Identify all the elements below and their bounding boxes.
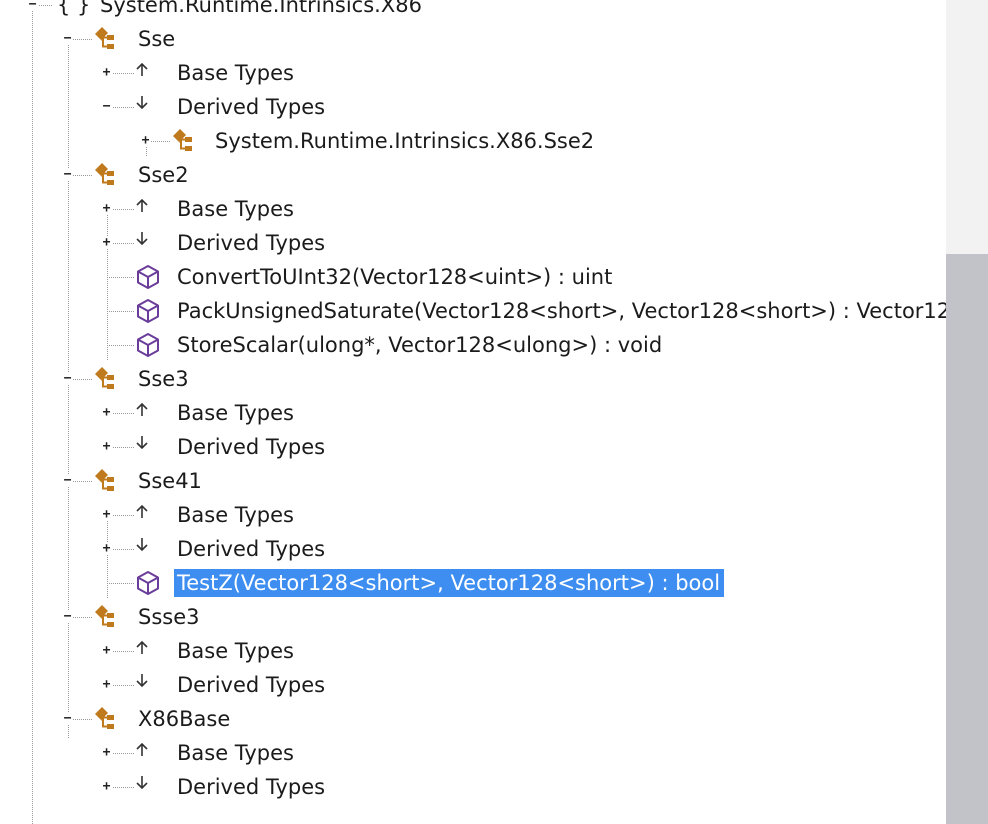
derived-types-icon (134, 773, 150, 794)
class-icon (92, 365, 122, 394)
expand-toggle[interactable]: + (101, 406, 112, 419)
derived-types-icon (134, 93, 150, 114)
method-icon (134, 331, 162, 360)
collapse-toggle[interactable]: − (62, 32, 73, 45)
method-label[interactable]: PackUnsignedSaturate(Vector128<short>, V… (174, 297, 946, 325)
collapse-toggle[interactable]: − (62, 372, 73, 385)
node-label[interactable]: Base Types (174, 195, 298, 223)
base-types-icon (134, 739, 150, 760)
class-label[interactable]: Sse3 (135, 365, 193, 393)
class-label[interactable]: Sse41 (135, 467, 206, 495)
derived-types-node[interactable]: + Derived Types (0, 532, 946, 566)
derived-types-node[interactable]: + Derived Types (0, 226, 946, 260)
node-label[interactable]: Derived Types (174, 433, 329, 461)
tree-view[interactable]: −{ } System.Runtime.Intrinsics.X86− Sse + … (0, 0, 946, 824)
method-icon (134, 569, 162, 598)
expand-toggle[interactable]: + (101, 236, 112, 249)
class-node-x86base[interactable]: − X86Base (0, 702, 946, 736)
derived-types-node[interactable]: + Derived Types (0, 770, 946, 804)
method-node[interactable]: ConvertToUInt32(Vector128<uint>) : uint (0, 260, 946, 294)
expand-toggle[interactable]: + (101, 66, 112, 79)
expand-toggle[interactable]: + (101, 508, 112, 521)
base-types-node[interactable]: + Base Types (0, 396, 946, 430)
expand-toggle[interactable]: + (101, 542, 112, 555)
class-node-ssse3[interactable]: − Ssse3 (0, 600, 946, 634)
derived-types-icon (134, 433, 150, 454)
tree-connector-line (107, 583, 134, 585)
method-icon (134, 297, 162, 326)
class-icon (92, 161, 122, 190)
class-node-sse[interactable]: − Sse (0, 22, 946, 56)
collapse-toggle[interactable]: − (62, 610, 73, 623)
class-label[interactable]: X86Base (135, 705, 234, 733)
class-node-sse41[interactable]: − Sse41 (0, 464, 946, 498)
tree-connector-line (107, 311, 134, 313)
class-label[interactable]: Sse (135, 25, 179, 53)
class-label[interactable]: System.Runtime.Intrinsics.X86.Sse2 (212, 127, 598, 155)
class-node-sse3[interactable]: − Sse3 (0, 362, 946, 396)
method-node[interactable]: PackUnsignedSaturate(Vector128<short>, V… (0, 294, 946, 328)
namespace-label[interactable]: System.Runtime.Intrinsics.X86 (97, 0, 426, 19)
derived-types-icon (134, 671, 150, 692)
derived-class-node[interactable]: + System.Runtime.Intrinsics.X86.Sse2 (0, 124, 946, 158)
expand-toggle[interactable]: + (101, 746, 112, 759)
base-types-icon (134, 399, 150, 420)
expand-toggle[interactable]: + (101, 780, 112, 793)
node-label[interactable]: Base Types (174, 399, 298, 427)
node-label[interactable]: Base Types (174, 637, 298, 665)
method-label[interactable]: StoreScalar(ulong*, Vector128<ulong>) : … (174, 331, 666, 359)
class-icon (92, 467, 122, 496)
base-types-node[interactable]: + Base Types (0, 736, 946, 770)
node-label[interactable]: Derived Types (174, 229, 329, 257)
class-label[interactable]: Sse2 (135, 161, 193, 189)
vertical-scrollbar[interactable] (946, 0, 988, 824)
class-icon (170, 127, 200, 156)
node-label[interactable]: Base Types (174, 501, 298, 529)
node-label[interactable]: Derived Types (174, 671, 329, 699)
expand-toggle[interactable]: + (101, 678, 112, 691)
class-icon (92, 603, 122, 632)
derived-types-icon (134, 229, 150, 250)
node-label[interactable]: Derived Types (174, 93, 329, 121)
base-types-icon (134, 59, 150, 80)
base-types-icon (134, 501, 150, 522)
base-types-node[interactable]: + Base Types (0, 634, 946, 668)
method-icon (134, 263, 162, 292)
base-types-icon (134, 637, 150, 658)
expand-toggle[interactable]: + (101, 202, 112, 215)
scrollbar-thumb[interactable] (946, 254, 988, 824)
base-types-node[interactable]: + Base Types (0, 192, 946, 226)
method-label[interactable]: TestZ(Vector128<short>, Vector128<short>… (174, 569, 725, 598)
tree-connector-line (107, 277, 134, 279)
base-types-node[interactable]: + Base Types (0, 498, 946, 532)
method-label[interactable]: ConvertToUInt32(Vector128<uint>) : uint (174, 263, 616, 291)
expand-toggle[interactable]: + (101, 644, 112, 657)
class-node-sse2[interactable]: − Sse2 (0, 158, 946, 192)
expand-toggle[interactable]: + (101, 440, 112, 453)
class-icon (92, 705, 122, 734)
tree-connector-line (107, 345, 134, 347)
method-node[interactable]: StoreScalar(ulong*, Vector128<ulong>) : … (0, 328, 946, 362)
namespace-node[interactable]: − { } System.Runtime.Intrinsics.X86 (0, 0, 946, 22)
namespace-icon: { } (54, 0, 95, 20)
base-types-icon (134, 195, 150, 216)
collapse-toggle[interactable]: − (27, 0, 38, 11)
method-node[interactable]: TestZ(Vector128<short>, Vector128<short>… (0, 566, 946, 600)
derived-types-node[interactable]: − Derived Types (0, 90, 946, 124)
node-label[interactable]: Base Types (174, 59, 298, 87)
collapse-toggle[interactable]: − (62, 712, 73, 725)
collapse-toggle[interactable]: − (101, 100, 112, 113)
node-label[interactable]: Derived Types (174, 535, 329, 563)
derived-types-node[interactable]: + Derived Types (0, 668, 946, 702)
expand-toggle[interactable]: + (140, 134, 151, 147)
node-label[interactable]: Derived Types (174, 773, 329, 801)
node-label[interactable]: Base Types (174, 739, 298, 767)
base-types-node[interactable]: + Base Types (0, 56, 946, 90)
class-label[interactable]: Ssse3 (135, 603, 204, 631)
derived-types-icon (134, 535, 150, 556)
derived-types-node[interactable]: + Derived Types (0, 430, 946, 464)
class-icon (92, 25, 122, 54)
collapse-toggle[interactable]: − (62, 168, 73, 181)
collapse-toggle[interactable]: − (62, 474, 73, 487)
